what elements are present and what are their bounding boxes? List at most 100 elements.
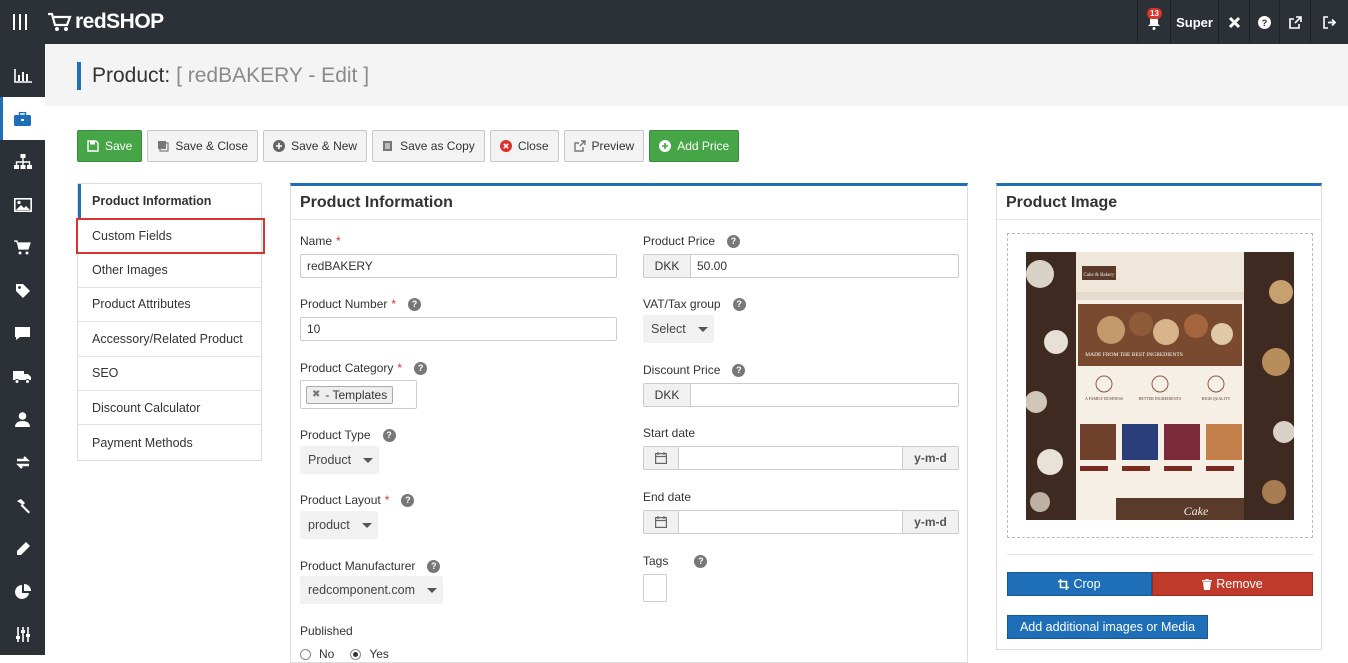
close-button[interactable]: Close: [489, 130, 559, 162]
preview-feature-3: HIGH QUALITY: [1202, 396, 1231, 401]
published-no-label: No: [319, 647, 335, 661]
product-price-label-text: Product Price: [643, 234, 716, 248]
product-layout-label-text: Product Layout: [300, 493, 381, 507]
tags-input[interactable]: [643, 574, 667, 602]
required-mark: *: [397, 361, 403, 375]
save-new-button[interactable]: Save & New: [263, 130, 368, 162]
sidebar-item-tools[interactable]: [0, 484, 45, 527]
user-menu[interactable]: Super: [1170, 0, 1218, 44]
help-icon[interactable]: ?: [694, 554, 708, 568]
remove-image-button[interactable]: Remove: [1152, 572, 1313, 596]
vat-group-label: VAT/Tax group?: [643, 297, 746, 311]
product-information-panel: Product Information Name * redBAKERY Prod…: [290, 183, 968, 663]
help-icon[interactable]: ?: [732, 363, 746, 377]
help-button[interactable]: ?: [1249, 0, 1279, 44]
help-icon[interactable]: ?: [414, 361, 428, 375]
preview-button[interactable]: Preview: [563, 130, 645, 162]
truck-icon: [13, 370, 31, 384]
tab-other-images[interactable]: Other Images: [78, 253, 261, 288]
save-button[interactable]: Save: [77, 130, 143, 162]
title-bar: Product: [ redBAKERY - Edit ]: [45, 44, 1348, 106]
logout-button[interactable]: [1310, 0, 1348, 44]
tab-payment-methods[interactable]: Payment Methods: [78, 425, 261, 459]
tab-discount-calculator[interactable]: Discount Calculator: [78, 391, 261, 426]
preview-label: Preview: [591, 139, 635, 153]
product-layout-select[interactable]: product: [300, 511, 378, 539]
discount-price-input[interactable]: DKK: [643, 383, 959, 407]
sidebar-item-discounts[interactable]: [0, 269, 45, 312]
menu-toggle-button[interactable]: [0, 0, 40, 44]
help-icon[interactable]: ?: [727, 234, 741, 248]
published-radios: No Yes: [300, 647, 389, 661]
product-category-label: Product Category *?: [300, 361, 428, 375]
notifications-button[interactable]: 13: [1137, 0, 1170, 44]
copy-icon: [158, 141, 169, 152]
remove-tag-icon[interactable]: ✖: [312, 389, 320, 400]
product-image: Cake & Bakery MADE FROM THE BEST INGREDI…: [1026, 252, 1294, 520]
sidebar-item-reports[interactable]: [0, 570, 45, 613]
product-category-select[interactable]: ✖ - Templates: [300, 380, 417, 409]
crop-button[interactable]: Crop: [1007, 572, 1152, 596]
start-date-input[interactable]: y-m-d: [643, 446, 959, 470]
preview-feature-1: A FAMILY BUSINESS: [1085, 396, 1123, 401]
discount-price-label: Discount Price?: [643, 363, 746, 377]
sidebar-item-products[interactable]: [0, 97, 45, 140]
add-price-label: Add Price: [677, 139, 730, 153]
joomla-icon: [1228, 16, 1240, 28]
tab-seo[interactable]: SEO: [78, 357, 261, 391]
plus-circle-icon: [659, 140, 672, 152]
joomla-button[interactable]: [1218, 0, 1249, 44]
published-yes-radio[interactable]: [350, 648, 362, 660]
calendar-button[interactable]: [644, 511, 679, 533]
sidebar-item-shipping[interactable]: [0, 355, 45, 398]
product-manufacturer-label: Product Manufacturer?: [300, 559, 441, 573]
save-copy-button[interactable]: Save as Copy: [372, 130, 485, 162]
published-no-radio[interactable]: [300, 648, 311, 660]
brand-logo[interactable]: redSHOP: [47, 8, 164, 36]
help-icon[interactable]: ?: [382, 428, 396, 442]
sidebar-item-categories[interactable]: [0, 140, 45, 183]
tab-product-attributes[interactable]: Product Attributes: [78, 288, 261, 323]
sidebar-item-media[interactable]: [0, 183, 45, 226]
help-icon[interactable]: ?: [732, 297, 746, 311]
help-icon[interactable]: ?: [427, 559, 441, 573]
add-price-button[interactable]: Add Price: [649, 130, 740, 162]
vat-group-select[interactable]: Select: [643, 315, 714, 343]
product-type-select[interactable]: Product: [300, 446, 380, 474]
external-link-icon: [573, 140, 586, 152]
calendar-button[interactable]: [644, 447, 679, 469]
save-close-button[interactable]: Save & Close: [147, 130, 259, 162]
image-dropzone[interactable]: Cake & Bakery MADE FROM THE BEST INGREDI…: [1007, 233, 1313, 538]
bar-chart-icon: [13, 68, 32, 83]
sidebar-item-statistics[interactable]: [0, 54, 45, 97]
sidebar-item-orders[interactable]: [0, 226, 45, 269]
panel-heading: Product Image: [997, 186, 1321, 220]
sidebar-item-communication[interactable]: [0, 312, 45, 355]
chevron-down-icon: [361, 522, 372, 528]
product-tabs: Product Information Custom Fields Other …: [76, 183, 265, 461]
name-input[interactable]: redBAKERY: [300, 254, 617, 278]
sidebar-item-customization[interactable]: [0, 527, 45, 570]
tab-custom-fields[interactable]: Custom Fields: [76, 217, 265, 255]
sidebar-item-configuration[interactable]: [0, 613, 45, 656]
add-media-button[interactable]: Add additional images or Media: [1007, 615, 1208, 639]
preview-cake-text: Cake: [1184, 504, 1209, 518]
preview-sign-text: Cake & Bakery: [1083, 273, 1115, 278]
product-manufacturer-select[interactable]: redcomponent.com: [300, 576, 444, 604]
sidebar-item-users[interactable]: [0, 398, 45, 441]
end-date-input[interactable]: y-m-d: [643, 510, 959, 534]
pencil-icon: [16, 541, 30, 555]
product-type-label-text: Product Type: [300, 428, 371, 442]
help-icon[interactable]: ?: [408, 297, 422, 311]
product-number-input[interactable]: 10: [300, 317, 617, 341]
external-site-button[interactable]: [1279, 0, 1310, 44]
product-price-input[interactable]: DKK 50.00: [643, 254, 959, 278]
tab-product-information[interactable]: Product Information: [78, 184, 261, 219]
product-image-panel: Product Image Cake & Bakery MADE FROM TH…: [996, 183, 1322, 650]
end-date-format: y-m-d: [902, 511, 958, 533]
product-number-label-text: Product Number: [300, 297, 388, 311]
cart-icon: [14, 240, 31, 255]
sidebar-item-import-export[interactable]: [0, 441, 45, 484]
tab-accessory-related[interactable]: Accessory/Related Product: [78, 322, 261, 357]
help-icon[interactable]: ?: [401, 493, 415, 507]
